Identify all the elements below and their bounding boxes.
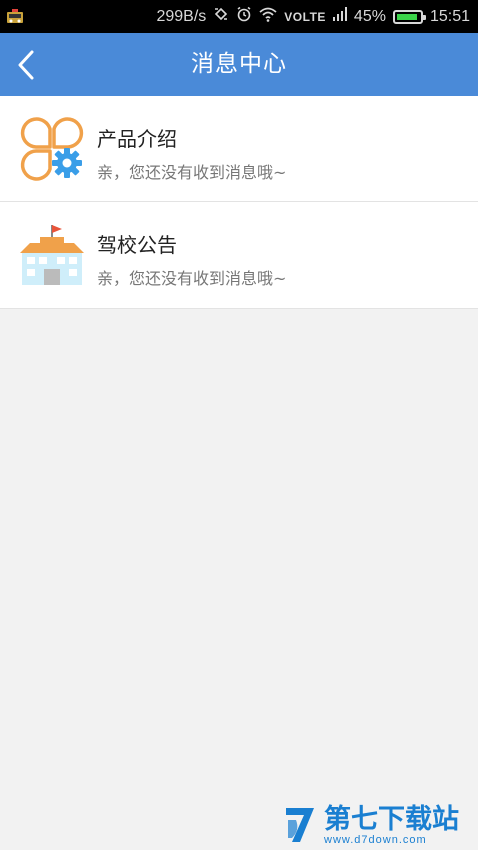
status-bar: 299B/s VOLTE 45% 15:51 (0, 0, 478, 33)
clock: 15:51 (429, 7, 470, 25)
battery-icon (392, 9, 426, 24)
page-title: 消息中心 (191, 51, 287, 77)
message-list: 产品介绍 亲，您还没有收到消息哦~ 驾校公告 亲，您还没有收到消息哦~ (0, 96, 478, 309)
message-preview: 亲，您还没有收到消息哦~ (97, 163, 287, 182)
product-intro-icon (18, 115, 86, 183)
message-item-school-notice[interactable]: 驾校公告 亲，您还没有收到消息哦~ (0, 202, 478, 309)
signal-icon (332, 7, 347, 26)
app-notification-icon (6, 8, 24, 29)
message-preview: 亲，您还没有收到消息哦~ (97, 269, 287, 288)
wifi-icon (259, 7, 277, 27)
message-title: 产品介绍 (97, 127, 177, 151)
battery-percent: 45% (353, 7, 386, 25)
network-speed: 299B/s (156, 7, 207, 25)
app-header: 消息中心 (0, 33, 478, 96)
school-notice-icon (18, 221, 86, 289)
watermark-domain: www.d7down.com (324, 834, 427, 846)
message-item-product-intro[interactable]: 产品介绍 亲，您还没有收到消息哦~ (0, 96, 478, 202)
message-title: 驾校公告 (97, 233, 177, 257)
rotate-lock-icon (213, 6, 229, 27)
alarm-icon (236, 6, 252, 27)
watermark-brand: 第七下载站 (324, 804, 459, 835)
watermark: 第七下载站 www.d7down.com (284, 802, 459, 850)
network-type: VOLTE (284, 9, 326, 24)
watermark-logo-icon (284, 802, 320, 850)
